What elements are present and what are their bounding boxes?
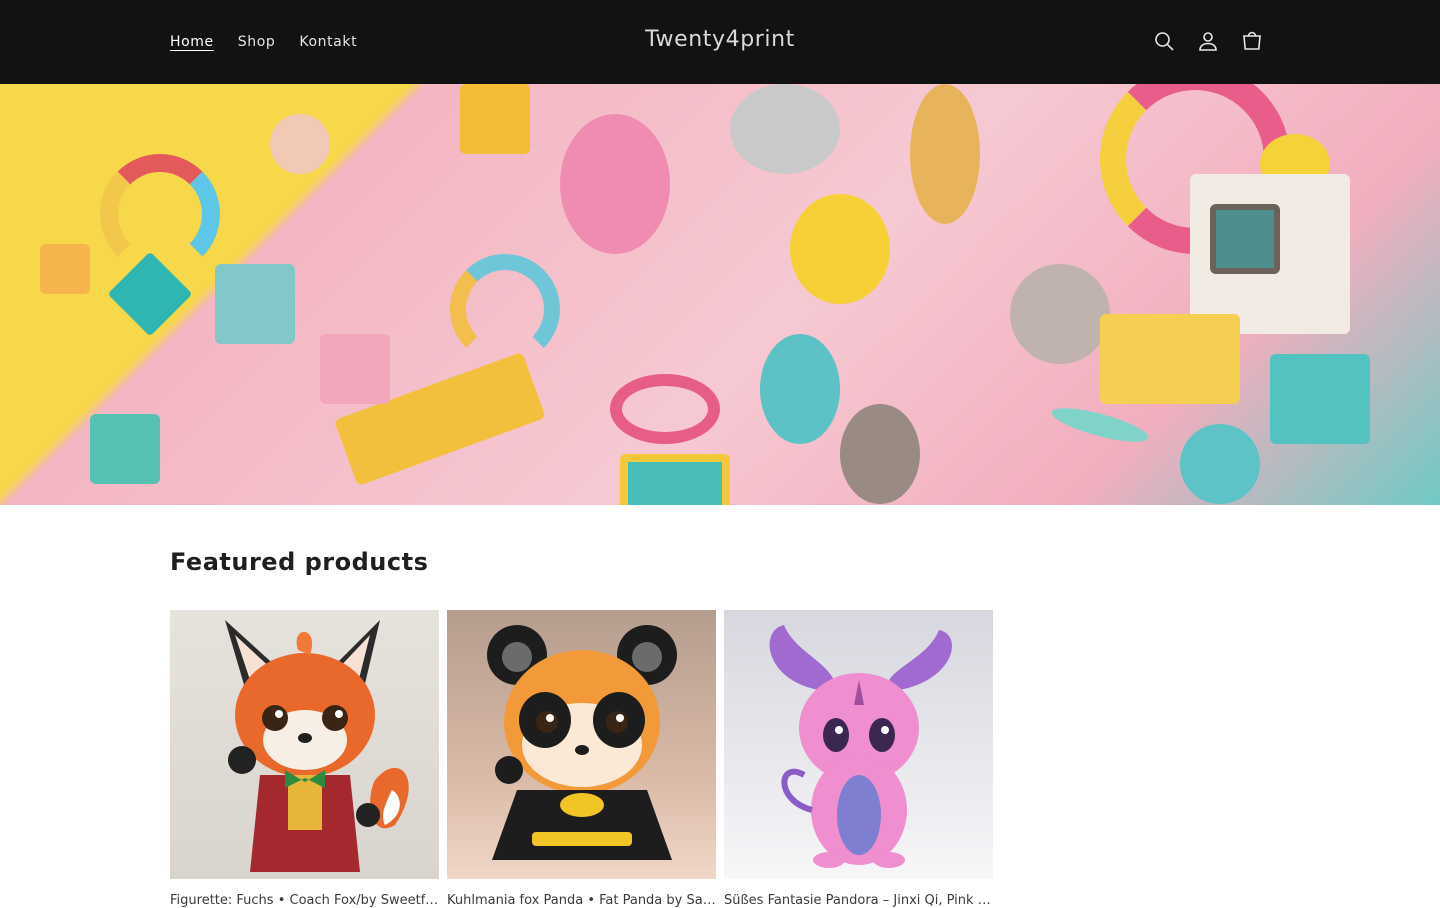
box-toy xyxy=(1270,354,1370,444)
stacker-toy xyxy=(1180,424,1260,504)
product-title[interactable]: Süßes Fantasie Pandora – Jinxi Qi, Pink … xyxy=(724,893,993,908)
bear-toy xyxy=(790,194,890,304)
stick-toy xyxy=(1048,401,1152,449)
product-card[interactable]: Kuhlmania fox Panda • Fat Panda by Sandr… xyxy=(447,610,716,908)
product-title[interactable]: Kuhlmania fox Panda • Fat Panda by Sandr… xyxy=(447,893,716,908)
ball-toy xyxy=(270,114,330,174)
elephant-toy xyxy=(730,84,840,174)
product-grid: Figurette: Fuchs • Coach Fox/by Sweetfy/… xyxy=(170,610,993,908)
hero-banner-image xyxy=(0,84,1440,505)
header-icons xyxy=(1152,27,1264,55)
truck-toy xyxy=(1100,314,1240,404)
tray-toy xyxy=(620,454,730,505)
search-icon[interactable] xyxy=(1152,27,1176,55)
product-card[interactable]: Figurette: Fuchs • Coach Fox/by Sweetfy/… xyxy=(170,610,439,908)
cat-toy xyxy=(1010,264,1110,364)
creature-figure-illustration xyxy=(769,625,952,868)
cube-toy xyxy=(320,334,390,404)
rainbow-shape xyxy=(450,254,560,364)
cube-toy xyxy=(40,244,90,294)
bunny-toy xyxy=(760,334,840,444)
cube-toy xyxy=(460,84,530,154)
stacker-toy xyxy=(910,84,980,224)
panda-figure-illustration xyxy=(487,625,677,860)
account-icon[interactable] xyxy=(1196,27,1220,55)
product-image[interactable] xyxy=(724,610,993,879)
ring-shape xyxy=(610,374,720,444)
robot-toy xyxy=(215,264,295,344)
cart-icon[interactable] xyxy=(1240,27,1264,55)
tv-screen xyxy=(1210,204,1280,274)
product-image[interactable] xyxy=(447,610,716,879)
doll-toy xyxy=(840,404,920,504)
bunny-toy xyxy=(560,114,670,254)
fox-figure-illustration xyxy=(225,620,409,872)
cube-toy xyxy=(90,414,160,484)
product-title[interactable]: Figurette: Fuchs • Coach Fox/by Sweetfy/… xyxy=(170,893,439,908)
rainbow-shape xyxy=(100,154,220,274)
product-card[interactable]: Süßes Fantasie Pandora – Jinxi Qi, Pink … xyxy=(724,610,993,908)
site-header: Home Shop Kontakt Twenty4print xyxy=(0,0,1440,84)
product-image[interactable] xyxy=(170,610,439,879)
section-title: Featured products xyxy=(170,548,429,576)
